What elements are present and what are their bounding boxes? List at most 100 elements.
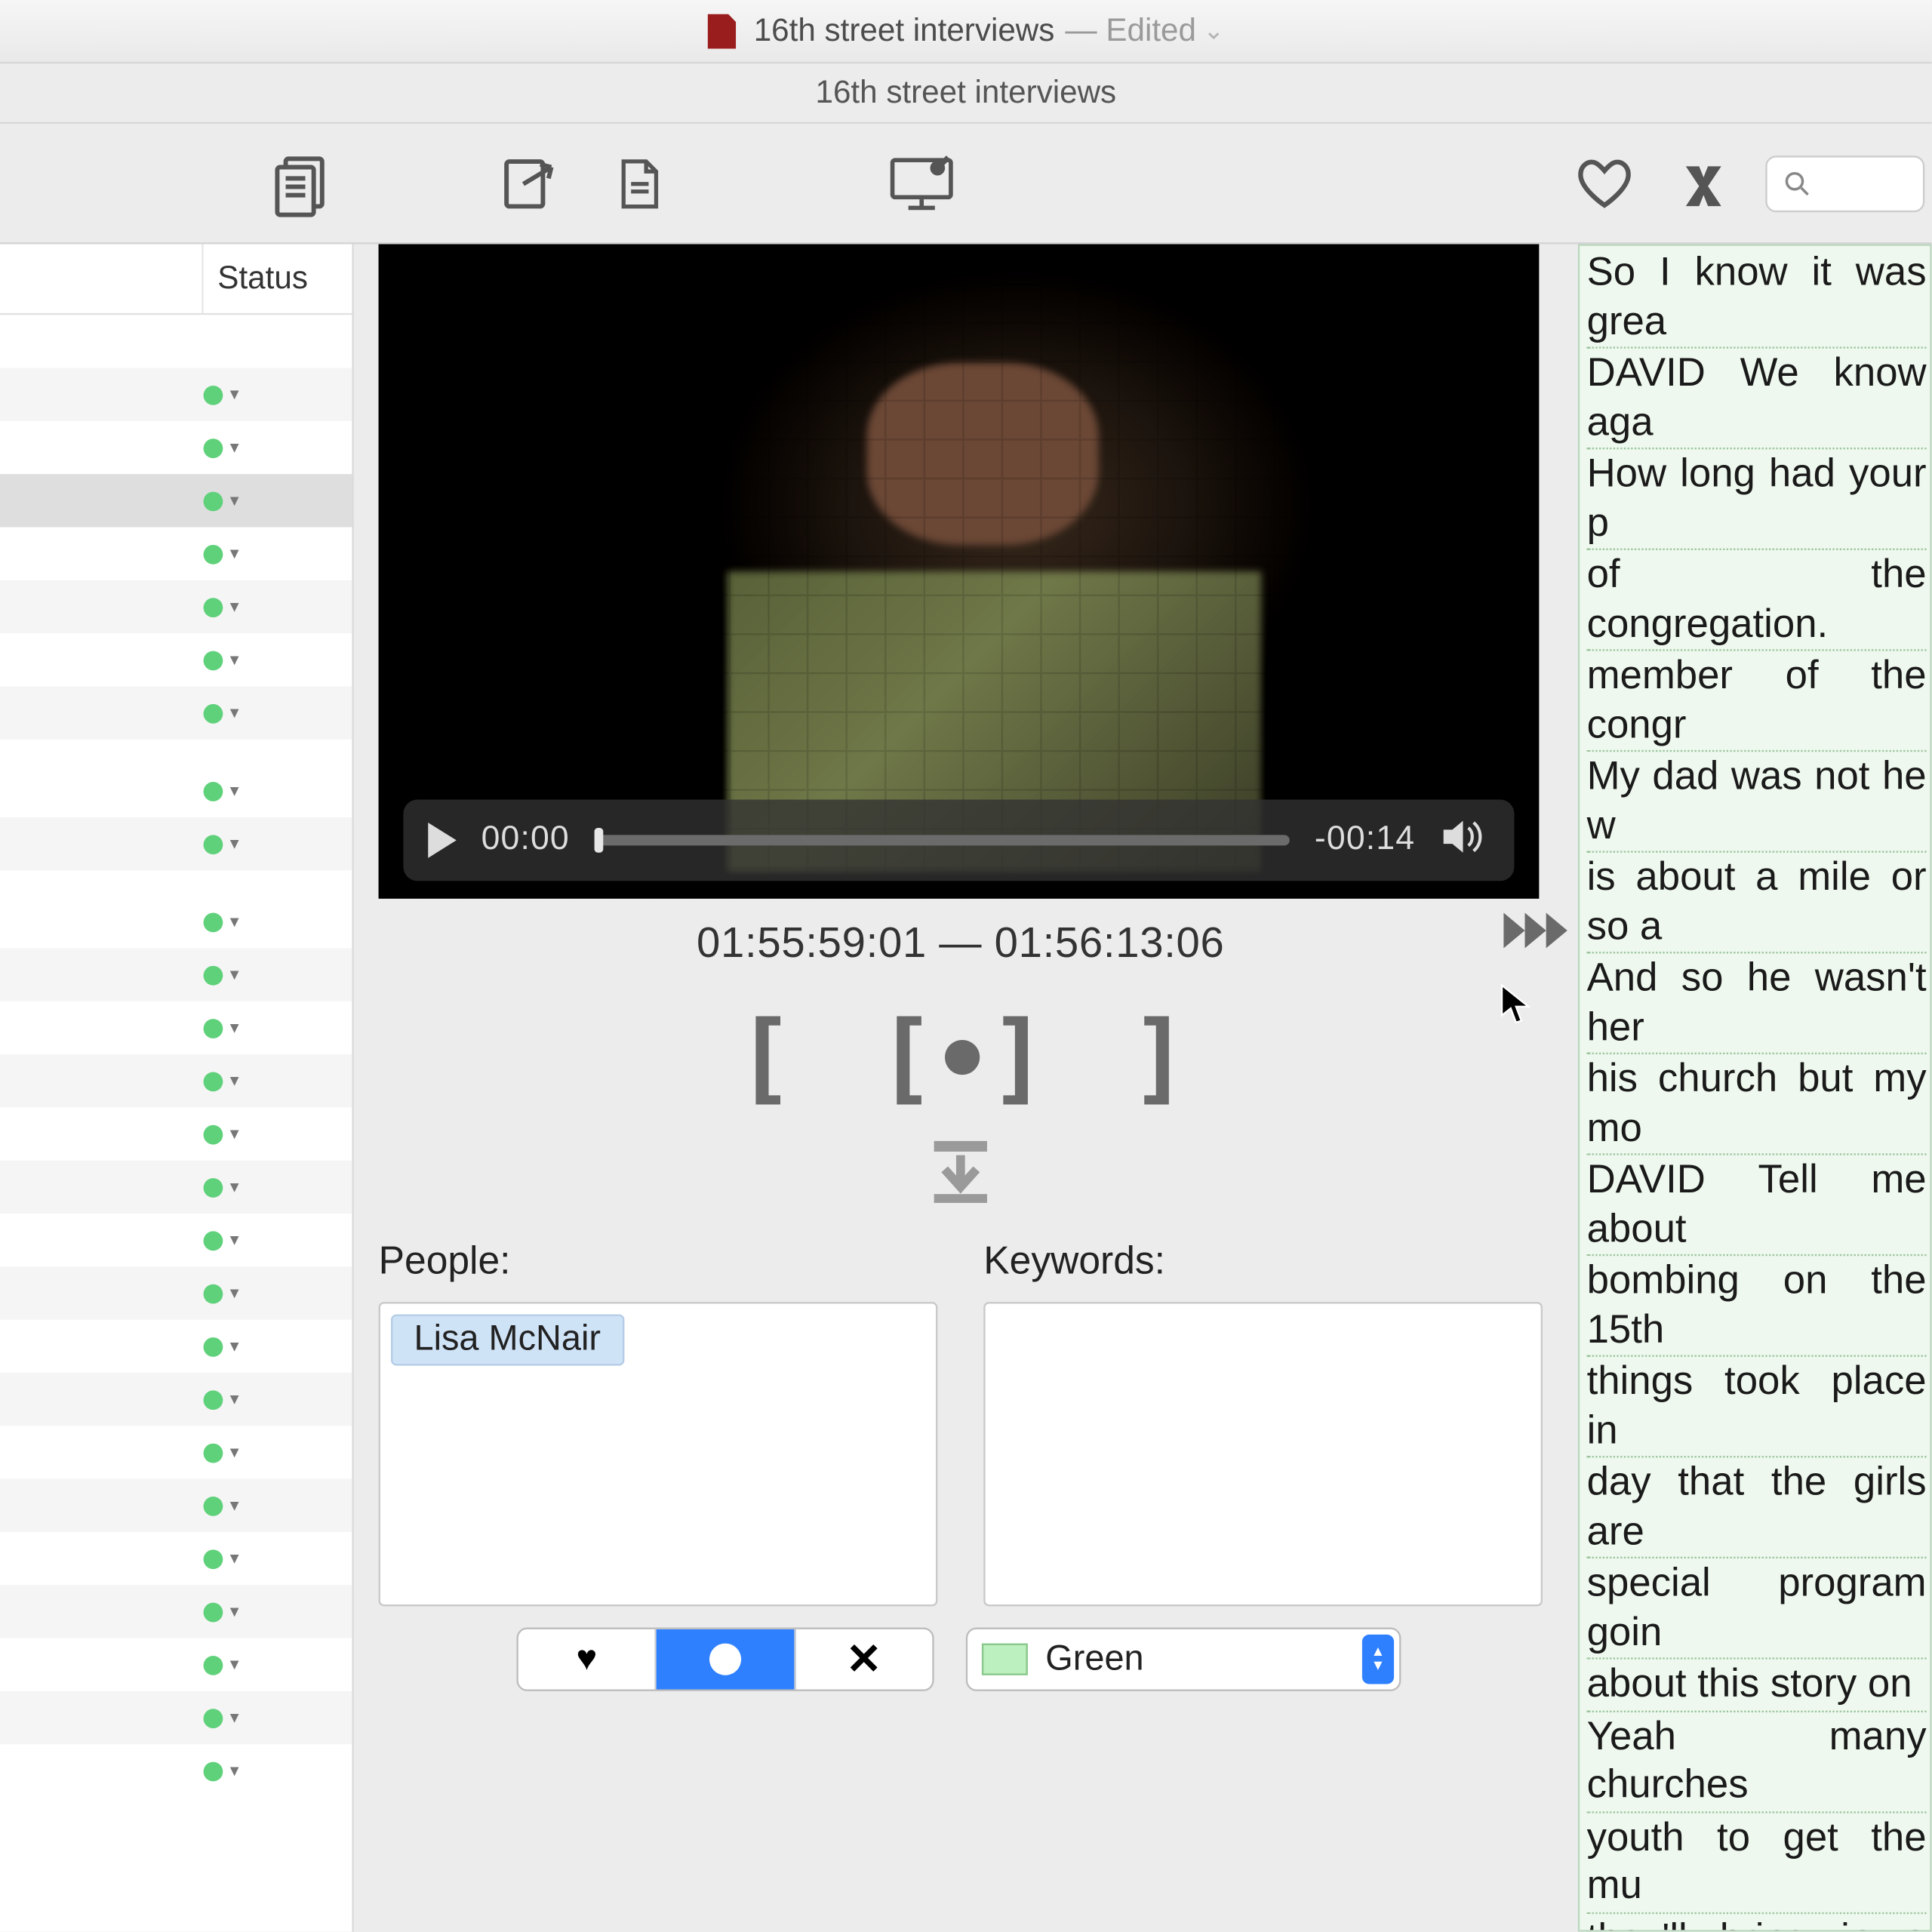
list-item[interactable]: ▾ xyxy=(0,1532,352,1585)
list-item[interactable]: ▾ xyxy=(0,895,352,948)
split-clip-button[interactable]: [∙] xyxy=(876,1001,1044,1116)
list-item[interactable]: ▾ xyxy=(0,1161,352,1214)
chevron-down-icon[interactable]: ▾ xyxy=(230,1708,239,1727)
chevron-down-icon[interactable]: ▾ xyxy=(230,965,239,985)
transcript-line[interactable]: they'll bring in a you xyxy=(1587,1913,1927,1932)
transcript-line[interactable]: So I know it was grea xyxy=(1587,248,1927,349)
play-button[interactable] xyxy=(428,823,457,858)
reject-icon[interactable] xyxy=(1666,146,1740,220)
favorite-button[interactable]: ♥ xyxy=(518,1629,657,1690)
list-item[interactable]: ▾ xyxy=(0,580,352,633)
progress-knob[interactable] xyxy=(595,828,604,853)
transcript-line[interactable]: his church but my mo xyxy=(1587,1054,1927,1155)
chevron-down-icon[interactable]: ▾ xyxy=(230,385,239,405)
list-item[interactable]: ▾ xyxy=(0,368,352,421)
transcript-line[interactable]: things took place in xyxy=(1587,1357,1927,1458)
list-item[interactable]: ▾ xyxy=(0,1266,352,1319)
select-stepper-icon[interactable]: ▲▼ xyxy=(1362,1635,1394,1684)
chevron-down-icon[interactable]: ▾ xyxy=(230,1389,239,1409)
chevron-down-icon[interactable]: ▾ xyxy=(230,703,239,723)
transcript-line[interactable]: member of the congr xyxy=(1587,651,1927,752)
new-document-icon[interactable] xyxy=(601,146,675,220)
list-item[interactable]: ▾ xyxy=(0,474,352,527)
list-item[interactable]: ▾ xyxy=(0,817,352,870)
share-document-icon[interactable] xyxy=(492,146,566,220)
chevron-down-icon[interactable]: ▾ xyxy=(230,1761,239,1780)
list-item[interactable]: ▾ xyxy=(0,1585,352,1638)
transcript-line[interactable]: DAVID Tell me about xyxy=(1587,1155,1927,1257)
list-item[interactable]: ▾ xyxy=(0,633,352,686)
volume-icon[interactable] xyxy=(1440,817,1490,864)
transcript-line[interactable]: bombing on the 15th xyxy=(1587,1256,1927,1357)
reject-button[interactable]: ✕ xyxy=(795,1629,932,1690)
transcript-line[interactable]: Yeah many churches xyxy=(1587,1712,1927,1813)
list-item[interactable]: ▾ xyxy=(0,1107,352,1160)
list-item[interactable]: ▾ xyxy=(0,1426,352,1478)
chevron-down-icon[interactable]: ▾ xyxy=(230,1443,239,1463)
chevron-down-icon[interactable]: ▾ xyxy=(230,834,239,854)
presentation-icon[interactable] xyxy=(884,146,958,220)
chevron-down-icon[interactable]: ▾ xyxy=(230,1124,239,1144)
list-item[interactable]: ▾ xyxy=(0,1054,352,1107)
favorite-icon[interactable] xyxy=(1567,146,1641,220)
transcript-line[interactable]: special program goin xyxy=(1587,1558,1927,1660)
chevron-down-icon[interactable]: ▾ xyxy=(230,650,239,669)
chevron-down-icon[interactable]: ▾ xyxy=(230,1177,239,1197)
unrated-button[interactable] xyxy=(657,1629,795,1690)
list-item[interactable]: ▾ xyxy=(0,1744,352,1797)
chevron-down-icon[interactable]: ▾ xyxy=(230,597,239,617)
transcript-text[interactable]: So I know it was greaDAVID We know agaHo… xyxy=(1578,244,1932,1931)
transcript-line[interactable]: is about a mile or so a xyxy=(1587,853,1927,954)
search-text[interactable] xyxy=(1814,168,1902,199)
list-item[interactable]: ▾ xyxy=(0,1638,352,1691)
chevron-down-icon[interactable]: ▾ xyxy=(230,1655,239,1675)
list-item[interactable]: ▾ xyxy=(0,1320,352,1373)
sidebar-status-header[interactable]: Status xyxy=(204,244,352,312)
insert-below-icon[interactable] xyxy=(924,1134,998,1217)
color-select[interactable]: Green ▲▼ xyxy=(966,1627,1401,1690)
mark-out-button[interactable]: ] xyxy=(1130,1001,1186,1116)
list-item[interactable]: ▾ xyxy=(0,764,352,817)
list-item[interactable]: ▾ xyxy=(0,1001,352,1054)
people-field[interactable]: Lisa McNair xyxy=(379,1302,938,1606)
list-item[interactable]: ▾ xyxy=(0,421,352,474)
chevron-down-icon[interactable]: ▾ xyxy=(230,1284,239,1303)
list-item[interactable]: ▾ xyxy=(0,528,352,580)
skip-forward-icon[interactable] xyxy=(1500,906,1571,964)
list-item[interactable]: ▾ xyxy=(0,1214,352,1266)
chevron-down-icon[interactable]: ▾ xyxy=(230,491,239,510)
transcript-line[interactable]: DAVID We know aga xyxy=(1587,349,1927,450)
chevron-down-icon[interactable]: ▾ xyxy=(230,912,239,931)
list-item[interactable] xyxy=(0,315,352,368)
chevron-down-icon[interactable]: ▾ xyxy=(230,438,239,457)
list-item[interactable]: ▾ xyxy=(0,948,352,1001)
person-tag[interactable]: Lisa McNair xyxy=(391,1315,623,1366)
transcript-line[interactable]: of the congregation. xyxy=(1587,550,1927,651)
list-item[interactable]: ▾ xyxy=(0,1479,352,1532)
list-item[interactable]: ▾ xyxy=(0,1691,352,1744)
transcript-line[interactable]: day that the girls are xyxy=(1587,1457,1927,1558)
chevron-down-icon[interactable]: ▾ xyxy=(230,1071,239,1091)
transcript-line[interactable]: about this story on xyxy=(1587,1660,1927,1712)
chevron-down-icon[interactable]: ▾ xyxy=(230,1337,239,1356)
chevron-down-icon[interactable]: ▾ xyxy=(230,544,239,564)
progress-bar[interactable] xyxy=(595,835,1290,845)
video-player[interactable]: 00:00 -00:14 xyxy=(379,244,1540,898)
list-item[interactable]: ▾ xyxy=(0,1373,352,1426)
keywords-field[interactable] xyxy=(983,1302,1543,1606)
chevron-down-icon[interactable]: ▾ xyxy=(230,781,239,801)
chevron-down-icon[interactable]: ▾ xyxy=(230,1230,239,1250)
search-input[interactable] xyxy=(1765,155,1924,211)
transcript-line[interactable]: How long had your p xyxy=(1587,449,1927,550)
chevron-down-icon[interactable]: ▾ xyxy=(230,1601,239,1621)
transcript-line[interactable]: And so he wasn't her xyxy=(1587,953,1927,1054)
chevron-down-icon[interactable]: ▾ xyxy=(230,1496,239,1515)
documents-icon[interactable] xyxy=(266,146,340,220)
mark-in-button[interactable]: [ xyxy=(735,1001,791,1116)
chevron-down-icon[interactable]: ▾ xyxy=(230,1018,239,1038)
transcript-line[interactable]: youth to get the mu xyxy=(1587,1812,1927,1913)
transcript-line[interactable]: My dad was not he w xyxy=(1587,752,1927,853)
chevron-down-icon[interactable]: ▾ xyxy=(230,1549,239,1568)
list-item[interactable]: ▾ xyxy=(0,686,352,739)
chevron-down-icon[interactable]: ⌄ xyxy=(1203,16,1224,46)
